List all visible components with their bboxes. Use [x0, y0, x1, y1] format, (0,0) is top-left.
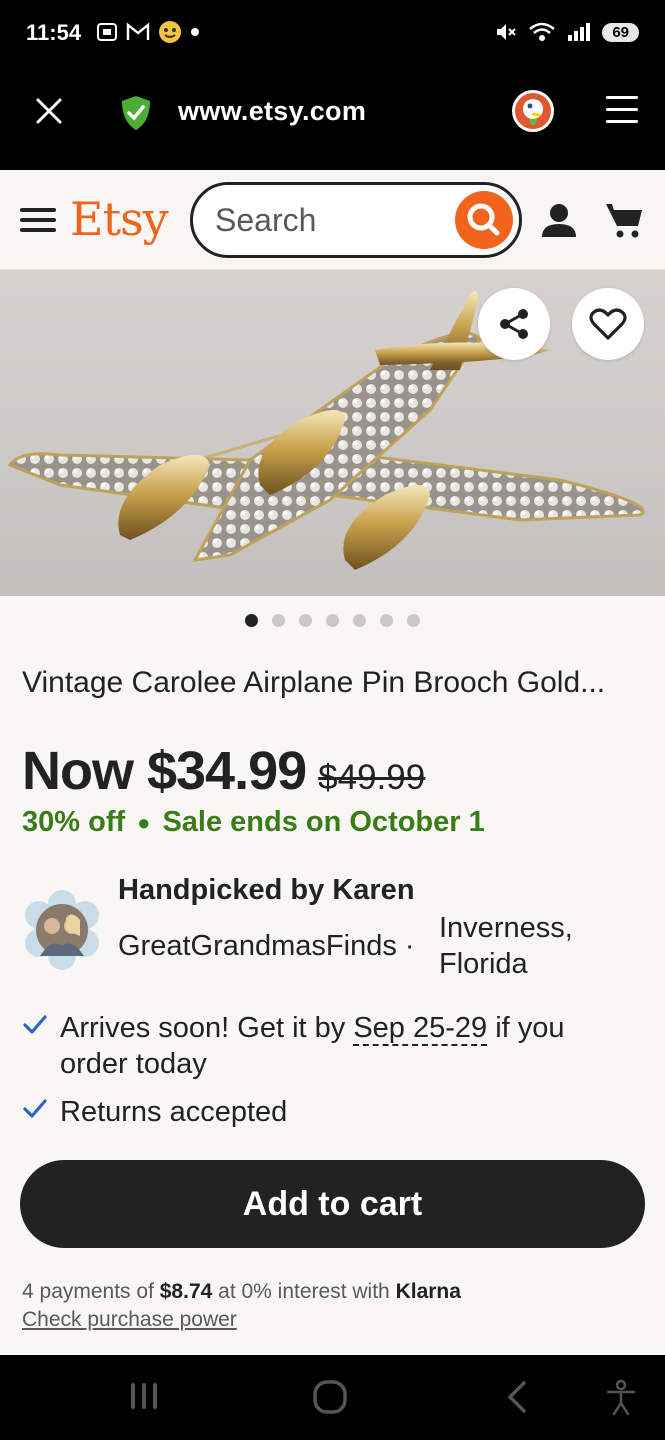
cart-icon[interactable] — [604, 200, 644, 240]
carousel-dot[interactable] — [407, 614, 420, 627]
recent-apps-icon[interactable] — [128, 1379, 160, 1413]
hamburger-menu-icon[interactable] — [20, 208, 56, 238]
etsy-header: Etsy — [0, 170, 665, 270]
search-box — [190, 182, 522, 258]
search-icon — [467, 203, 500, 236]
search-button[interactable] — [455, 191, 513, 249]
carousel-dot[interactable] — [245, 614, 258, 627]
close-icon[interactable] — [34, 96, 64, 126]
delivery-text: Arrives soon! Get it by Sep 25-29 if you… — [60, 1010, 565, 1082]
klarna-amount: $8.74 — [159, 1280, 213, 1303]
delivery-estimate: Arrives soon! Get it by Sep 25-29 if you… — [22, 1010, 642, 1090]
returns-text: Returns accepted — [60, 1096, 288, 1128]
shop-name-link[interactable]: GreatGrandmasFinds — [118, 930, 397, 962]
status-right-icons: 69 — [494, 20, 639, 44]
duckduckgo-icon[interactable] — [512, 90, 554, 132]
carousel-dot[interactable] — [299, 614, 312, 627]
screenshot-icon — [97, 23, 117, 41]
search-input[interactable] — [215, 199, 445, 241]
status-bar: 11:54 69 — [0, 0, 665, 70]
sale-info: 30% off ● Sale ends on October 1 — [22, 806, 485, 839]
klarna-info: 4 payments of $8.74 at 0% interest with … — [22, 1280, 461, 1304]
status-time: 11:54 — [26, 20, 82, 45]
discount-text: 30% off — [22, 806, 126, 838]
delivery-date[interactable]: Sep 25-29 — [353, 1012, 488, 1046]
wifi-icon — [529, 22, 556, 41]
returns-info: Returns accepted — [22, 1094, 642, 1134]
share-icon — [500, 309, 528, 339]
bullet-separator: ● — [137, 809, 151, 835]
check-purchase-power-link[interactable]: Check purchase power — [22, 1308, 237, 1332]
back-icon[interactable] — [502, 1379, 532, 1415]
carousel-dot[interactable] — [353, 614, 366, 627]
klarna-middle: at 0% interest with — [212, 1280, 396, 1303]
checkmark-icon — [23, 1099, 47, 1118]
seller-info: Handpicked by Karen GreatGrandmasFinds ·… — [22, 870, 642, 990]
price-row: Now $34.99 $49.99 — [22, 740, 425, 802]
menu-icon[interactable] — [606, 96, 638, 124]
gmail-icon — [126, 22, 150, 40]
original-price: $49.99 — [318, 758, 426, 797]
battery-indicator: 69 — [602, 22, 639, 42]
system-nav-bar — [0, 1355, 665, 1440]
emoji-app-icon — [159, 21, 181, 43]
accessibility-icon[interactable] — [604, 1379, 638, 1417]
shield-check-icon[interactable] — [118, 94, 154, 132]
separator-dot: · — [404, 930, 415, 962]
current-price: Now $34.99 — [22, 741, 307, 801]
home-icon[interactable] — [312, 1379, 348, 1415]
mute-icon — [497, 24, 517, 40]
sale-end-text: Sale ends on October 1 — [162, 806, 485, 838]
user-icon[interactable] — [540, 202, 578, 238]
delivery-line-2: order today — [60, 1048, 207, 1080]
browser-toolbar: www.etsy.com — [0, 70, 665, 170]
carousel-dot[interactable] — [326, 614, 339, 627]
delivery-prefix: Arrives soon! Get it by — [60, 1012, 354, 1044]
status-left-icons — [96, 20, 200, 44]
listing-page: Vintage Carolee Airplane Pin Brooch Gold… — [0, 270, 665, 1355]
image-carousel-dots — [0, 614, 665, 627]
url-bar[interactable]: www.etsy.com — [178, 96, 366, 127]
carousel-dot[interactable] — [380, 614, 393, 627]
klarna-prefix: 4 payments of — [22, 1280, 160, 1303]
add-to-cart-button[interactable]: Add to cart — [20, 1160, 645, 1248]
klarna-provider: Klarna — [395, 1280, 461, 1303]
handpicked-label: Handpicked by Karen — [118, 874, 415, 906]
etsy-logo[interactable]: Etsy — [70, 192, 169, 246]
delivery-suffix: if you — [487, 1012, 565, 1044]
heart-icon — [589, 308, 627, 340]
share-button[interactable] — [478, 288, 550, 360]
location-line-2: Florida — [439, 948, 528, 980]
listing-image[interactable] — [0, 270, 665, 596]
shop-name-row: GreatGrandmasFinds · — [118, 930, 415, 963]
airplane-brooch-image — [7, 291, 645, 570]
signal-icon — [568, 23, 591, 41]
notification-dot — [191, 28, 199, 36]
avatar[interactable] — [22, 890, 102, 970]
carousel-dot[interactable] — [272, 614, 285, 627]
location-line-1: Inverness, — [439, 912, 573, 944]
listing-title[interactable]: Vintage Carolee Airplane Pin Brooch Gold… — [22, 666, 605, 700]
checkmark-icon — [23, 1015, 47, 1034]
favorite-button[interactable] — [572, 288, 644, 360]
shop-location: Inverness, Florida — [439, 910, 573, 982]
